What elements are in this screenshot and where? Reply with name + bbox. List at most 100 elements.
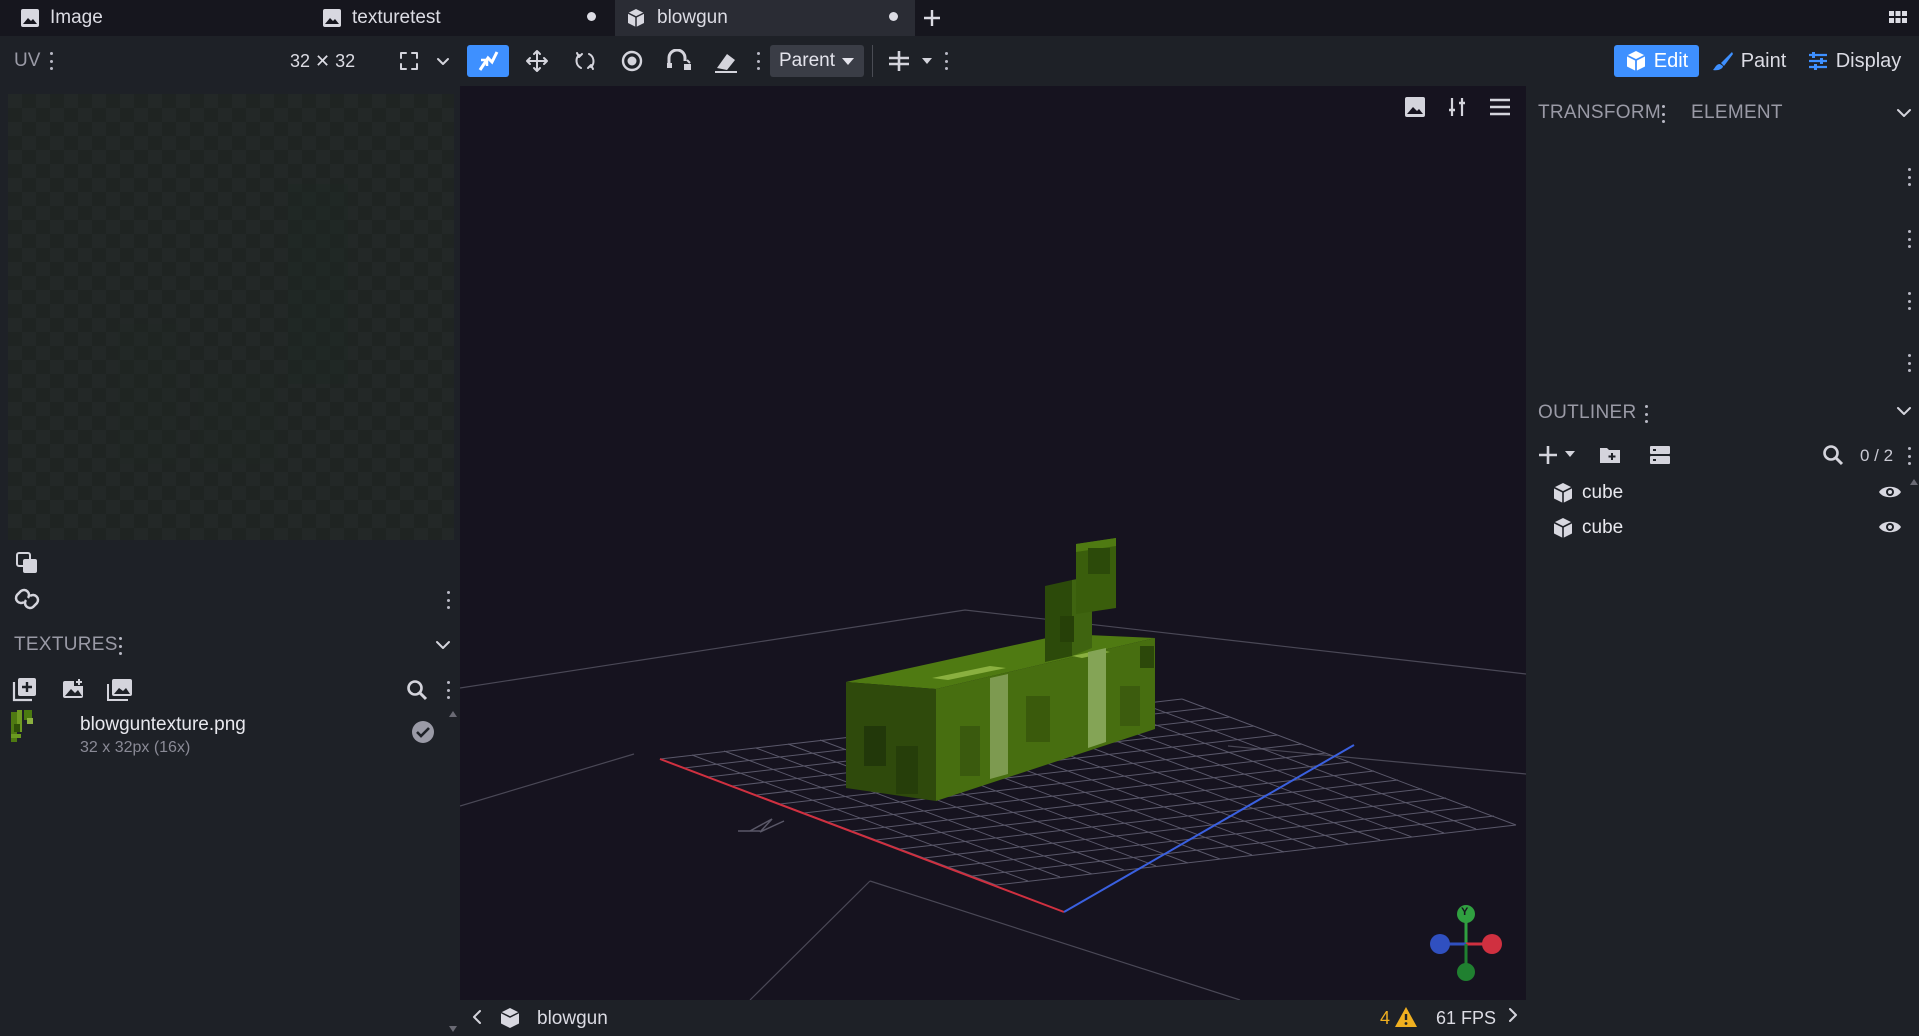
eye-icon[interactable]	[1878, 518, 1902, 536]
eraser-icon	[715, 54, 737, 73]
toggle-options-button[interactable]	[1648, 443, 1672, 467]
textures-panel-title: TEXTURES	[14, 634, 118, 655]
toolbar-divider	[872, 45, 873, 77]
position-more-button[interactable]	[1906, 168, 1912, 186]
tool-move[interactable]	[516, 45, 558, 77]
add-texture-button[interactable]	[12, 676, 38, 702]
tab-texturetest[interactable]: texturetest	[310, 0, 615, 36]
tune-icon	[1449, 98, 1465, 116]
axis-gizmo[interactable]: Y	[1430, 904, 1510, 994]
textures-collapse-button[interactable]	[434, 636, 452, 654]
add-element-button[interactable]	[1536, 443, 1560, 467]
viewport-background-button[interactable]	[1404, 96, 1426, 118]
viewport-menu-button[interactable]	[1488, 96, 1512, 118]
outliner-menu-button[interactable]	[1643, 405, 1649, 423]
new-folder-icon	[1600, 448, 1620, 463]
import-texture-button[interactable]	[60, 676, 86, 702]
tab-blowgun[interactable]: blowgun	[615, 0, 915, 36]
apps-grid-button[interactable]	[1888, 0, 1912, 36]
transform-space-select[interactable]: Parent	[770, 45, 864, 77]
move-cursor-icon	[478, 51, 499, 71]
texture-search-button[interactable]	[405, 678, 429, 702]
outliner-item[interactable]: cube	[1526, 510, 1919, 544]
mode-paint-button[interactable]: Paint	[1710, 45, 1788, 77]
warning-count[interactable]: 4	[1380, 1008, 1390, 1029]
caret-down-icon	[922, 58, 932, 64]
tool-vertex[interactable]	[705, 45, 747, 77]
add-element-dropdown[interactable]	[1564, 449, 1576, 459]
transform-menu-button[interactable]	[1660, 105, 1666, 123]
tools-more-button[interactable]	[755, 45, 761, 77]
texture-list-scroll-down[interactable]	[449, 1026, 457, 1032]
link-uv-button[interactable]	[12, 586, 42, 612]
eye-icon[interactable]	[1878, 483, 1902, 501]
texture-thumbnail	[11, 710, 37, 742]
uv-options-dropdown[interactable]	[432, 45, 454, 77]
cube-icon	[1626, 51, 1646, 71]
next-view-button[interactable]	[1506, 1006, 1520, 1024]
add-group-button[interactable]	[1598, 443, 1622, 467]
uv-menu-button[interactable]	[48, 45, 54, 77]
outliner-collapse-button[interactable]	[1895, 402, 1913, 420]
fullscreen-uv-button[interactable]	[396, 45, 422, 77]
copy-uv-button[interactable]	[14, 550, 40, 576]
textures-menu-button[interactable]	[117, 637, 123, 655]
chevron-left-icon	[473, 1010, 481, 1024]
blowgun-model	[846, 538, 1155, 801]
tab-label: Image	[50, 7, 103, 28]
tool-vertex-snap[interactable]	[467, 45, 509, 77]
outliner-search-button[interactable]	[1821, 443, 1845, 467]
plus-icon	[1539, 446, 1557, 464]
element-tab[interactable]: ELEMENT	[1691, 102, 1783, 124]
outliner-item[interactable]: cube	[1526, 475, 1919, 509]
pivot-dropdown[interactable]	[920, 45, 934, 77]
axis-cross-icon	[889, 51, 909, 71]
viewport-settings-button[interactable]	[1446, 96, 1468, 118]
size-more-button[interactable]	[1906, 230, 1912, 248]
textures-more-button[interactable]	[445, 681, 451, 699]
grid-icon	[1889, 11, 1907, 23]
new-tab-button[interactable]	[922, 0, 952, 36]
pivot-more-button[interactable]	[1906, 292, 1912, 310]
uv-more-button[interactable]	[445, 591, 451, 609]
tool-rotate[interactable]	[564, 45, 606, 77]
outliner-more-button[interactable]	[1906, 447, 1912, 465]
texture-applied-check-icon[interactable]	[411, 720, 435, 744]
tab-label: texturetest	[352, 7, 441, 28]
mode-edit-button[interactable]: Edit	[1614, 45, 1699, 77]
toolbar-more-button[interactable]	[943, 45, 949, 77]
previous-view-button[interactable]	[470, 1008, 484, 1026]
outliner-scroll-up[interactable]	[1910, 479, 1918, 485]
mode-display-button[interactable]: Display	[1804, 45, 1904, 77]
transform-collapse-button[interactable]	[1895, 104, 1913, 122]
image-icon	[20, 8, 40, 28]
unsaved-dot-icon[interactable]	[889, 12, 898, 21]
expand-icon	[400, 52, 418, 70]
texture-list-item[interactable]: blowguntexture.png 32 x 32px (16x)	[0, 706, 457, 768]
pivot-point-button[interactable]	[886, 45, 912, 77]
add-texture-icon	[12, 678, 36, 702]
rotation-more-button[interactable]	[1906, 354, 1912, 372]
texture-list-scroll-up[interactable]	[449, 711, 457, 717]
3d-viewport[interactable]: Y	[460, 86, 1526, 1000]
pivot-icon	[621, 50, 643, 72]
transform-tab[interactable]: TRANSFORM	[1538, 102, 1661, 124]
texture-folder-button[interactable]	[106, 676, 134, 702]
chevron-down-icon	[1897, 407, 1911, 415]
texture-name: blowguntexture.png	[80, 714, 246, 735]
tab-image[interactable]: Image	[0, 0, 310, 36]
uv-size-label: 32 ✕ 32	[290, 50, 356, 71]
chevron-down-icon	[1897, 109, 1911, 117]
mode-edit-label: Edit	[1653, 49, 1689, 72]
warning-icon[interactable]	[1394, 1006, 1418, 1028]
link-icon	[14, 588, 40, 610]
uv-editor-canvas[interactable]	[8, 94, 454, 540]
tool-pivot[interactable]	[611, 45, 653, 77]
sliders-icon	[1808, 52, 1827, 70]
search-icon	[407, 680, 428, 701]
brush-icon	[1712, 52, 1733, 71]
unsaved-dot-icon[interactable]	[587, 12, 596, 21]
chevron-down-icon	[437, 58, 449, 65]
model-icon	[625, 7, 647, 29]
tool-resize[interactable]	[658, 45, 700, 77]
